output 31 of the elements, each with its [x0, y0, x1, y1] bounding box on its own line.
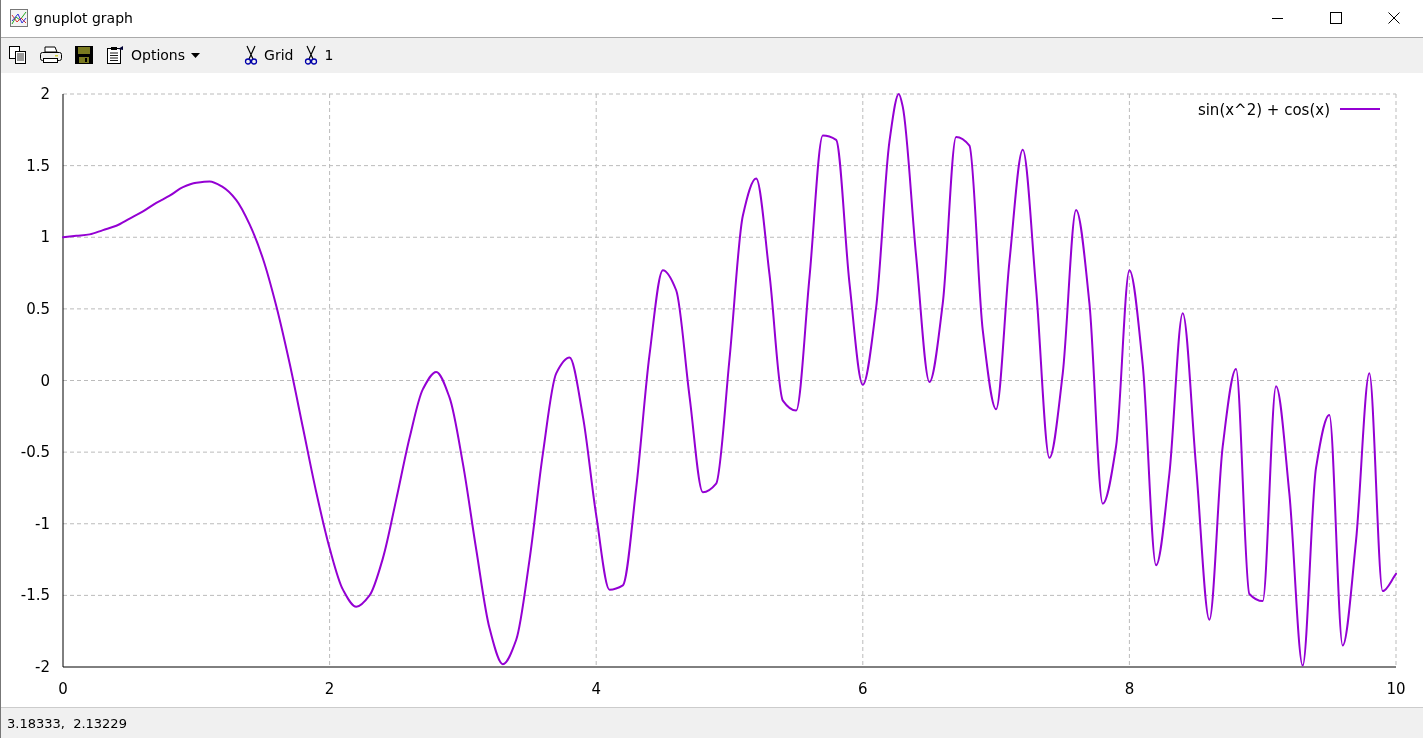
legend-line-sample [1339, 108, 1381, 111]
y-tick-label: 0.5 [26, 300, 50, 319]
y-tick-label: -2 [35, 658, 50, 677]
x-tick-label: 0 [58, 680, 68, 699]
toggle-button[interactable]: 1 [300, 40, 338, 71]
y-tick-label: -1.5 [20, 586, 50, 605]
x-tick-label: 2 [324, 680, 335, 699]
scissors-icon [304, 45, 319, 66]
caret-icon [191, 52, 201, 58]
options-button[interactable]: Options [101, 40, 205, 71]
maximize-icon [1330, 12, 1342, 25]
x-tick-label: 6 [858, 680, 868, 699]
y-tick-label: -1 [35, 515, 50, 534]
x-tick-label: 10 [1386, 680, 1406, 699]
close-icon [1388, 12, 1400, 25]
y-tick-label: 0 [40, 371, 50, 390]
clipboard-icon [105, 45, 125, 66]
toggle-button[interactable]: Grid [240, 40, 298, 71]
y-tick-label: -0.5 [20, 443, 50, 462]
printer-icon [39, 45, 63, 66]
window-title: gnuplot graph [34, 10, 133, 27]
x-tick-label: 4 [591, 680, 601, 699]
graph-icon [10, 9, 28, 28]
scissors-icon [244, 45, 259, 66]
copy-icon [8, 45, 28, 66]
y-tick-label: 2 [40, 85, 50, 104]
y-tick-label: 1.5 [26, 156, 50, 175]
cursor-coordinates: 3.18333, 2.13229 [7, 715, 127, 731]
x-tick-label: 8 [1124, 680, 1135, 699]
y-tick-label: 1 [40, 228, 50, 247]
legend-label: sin(x^2) + cos(x) [1197, 101, 1330, 120]
